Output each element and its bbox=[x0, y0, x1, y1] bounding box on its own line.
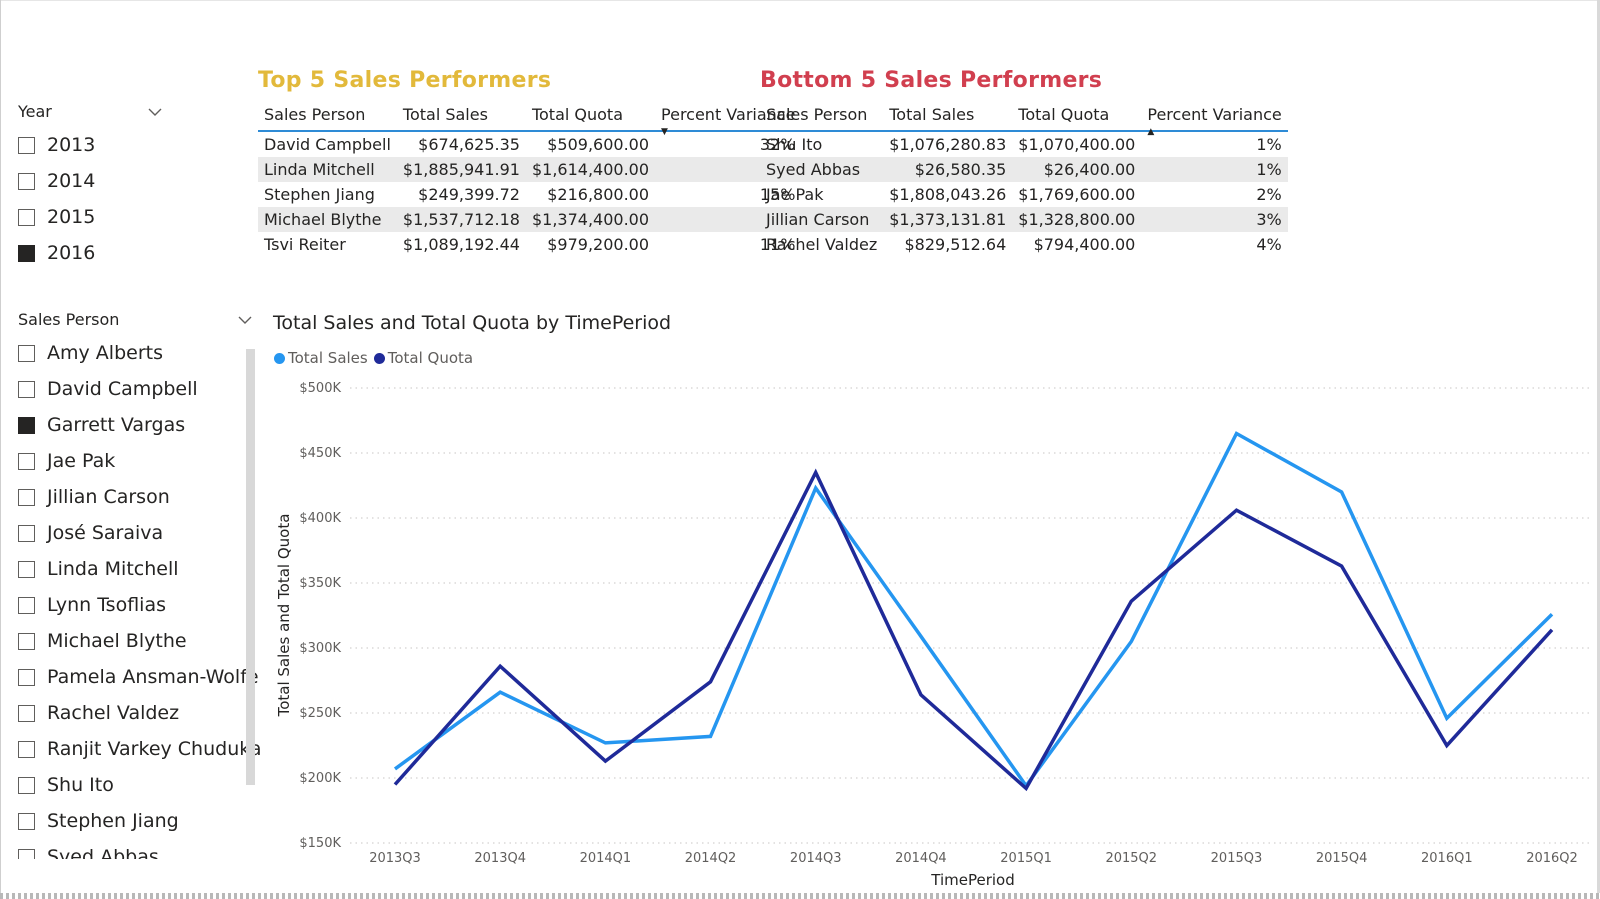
x-tick-label: 2016Q2 bbox=[1526, 851, 1578, 866]
data-point-total-sales[interactable] bbox=[1548, 610, 1556, 618]
data-point-total-quota[interactable] bbox=[601, 757, 609, 765]
y-tick-label: $300K bbox=[299, 641, 341, 656]
data-point-total-quota[interactable] bbox=[1232, 506, 1240, 514]
data-point-total-quota[interactable] bbox=[1548, 626, 1556, 634]
data-point-total-sales[interactable] bbox=[917, 632, 925, 640]
y-tick-label: $450K bbox=[299, 446, 341, 461]
data-point-total-sales[interactable] bbox=[391, 765, 399, 773]
x-tick-label: 2013Q3 bbox=[369, 851, 421, 866]
x-tick-label: 2014Q2 bbox=[685, 851, 737, 866]
data-point-total-sales[interactable] bbox=[1443, 714, 1451, 722]
data-point-total-quota[interactable] bbox=[1338, 562, 1346, 570]
series-line-total-sales[interactable] bbox=[393, 431, 1554, 789]
data-point-total-sales[interactable] bbox=[1338, 488, 1346, 496]
y-tick-label: $350K bbox=[299, 576, 341, 591]
y-tick-label: $150K bbox=[299, 836, 341, 851]
y-axis-title: Total Sales and Total Quota bbox=[275, 514, 293, 718]
x-tick-label: 2015Q2 bbox=[1105, 851, 1157, 866]
x-tick-label: 2014Q1 bbox=[580, 851, 632, 866]
data-point-total-quota[interactable] bbox=[496, 662, 504, 670]
data-point-total-quota[interactable] bbox=[1022, 784, 1030, 792]
line-chart: $150K $200K $250K $300K $350K $400K $450K $500K… bbox=[275, 381, 1592, 889]
data-point-total-quota[interactable] bbox=[707, 678, 715, 686]
data-point-total-quota[interactable] bbox=[812, 469, 820, 477]
x-axis-title: TimePeriod bbox=[930, 871, 1014, 889]
x-tick-label: 2015Q3 bbox=[1211, 851, 1263, 866]
y-tick-label: $400K bbox=[299, 511, 341, 526]
data-point-total-quota[interactable] bbox=[1127, 597, 1135, 605]
series-line-total-quota[interactable] bbox=[393, 468, 1554, 792]
data-point-total-sales[interactable] bbox=[812, 484, 820, 492]
data-point-total-sales[interactable] bbox=[601, 739, 609, 747]
data-point-total-quota[interactable] bbox=[1443, 742, 1451, 750]
x-tick-label: 2016Q1 bbox=[1421, 851, 1473, 866]
data-point-total-quota[interactable] bbox=[917, 691, 925, 699]
x-tick-label: 2013Q4 bbox=[474, 851, 526, 866]
data-point-total-sales[interactable] bbox=[496, 688, 504, 696]
x-tick-label: 2015Q1 bbox=[1000, 851, 1052, 866]
y-tick-label: $200K bbox=[299, 771, 341, 786]
x-tick-label: 2014Q4 bbox=[895, 851, 947, 866]
data-point-total-sales[interactable] bbox=[1232, 430, 1240, 438]
x-tick-label: 2014Q3 bbox=[790, 851, 842, 866]
data-point-total-sales[interactable] bbox=[707, 732, 715, 740]
y-tick-label: $500K bbox=[299, 381, 341, 396]
data-point-total-quota[interactable] bbox=[391, 781, 399, 789]
y-tick-label: $250K bbox=[299, 706, 341, 721]
x-tick-label: 2015Q4 bbox=[1316, 851, 1368, 866]
data-point-total-sales[interactable] bbox=[1127, 638, 1135, 646]
